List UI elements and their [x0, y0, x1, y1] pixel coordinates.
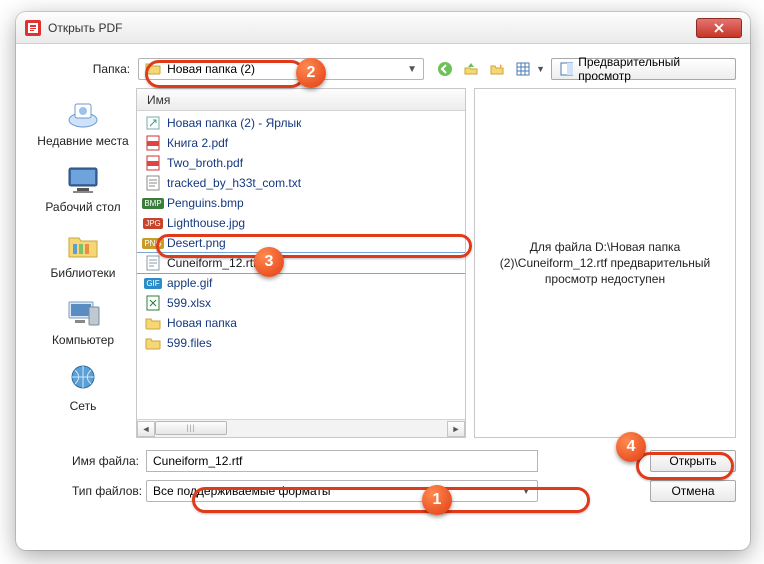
preview-pane: Для файла D:\Новая папка (2)\Cuneiform_1… — [474, 88, 736, 438]
window-title: Открыть PDF — [48, 21, 696, 35]
app-icon — [24, 19, 42, 37]
file-item[interactable]: 599.files — [137, 333, 465, 353]
sidebar-item-desktop[interactable]: Рабочий стол — [35, 162, 131, 214]
places-sidebar: Недавние места Рабочий стол Библиотеки К… — [30, 88, 136, 438]
filetype-value: Все поддерживаемые форматы — [153, 484, 330, 498]
file-icon — [145, 295, 161, 311]
preview-message: Для файла D:\Новая папка (2)\Cuneiform_1… — [487, 239, 723, 288]
nav-back-button[interactable] — [434, 58, 456, 80]
file-icon: JPG — [145, 215, 161, 231]
desktop-icon — [63, 162, 103, 198]
chevron-down-icon: ▼ — [536, 64, 545, 74]
file-name: Книга 2.pdf — [167, 136, 228, 150]
nav-view-button[interactable] — [512, 58, 534, 80]
file-icon: PNG — [145, 235, 161, 251]
file-item[interactable]: Two_broth.pdf — [137, 153, 465, 173]
file-icon — [145, 335, 161, 351]
cancel-button[interactable]: Отмена — [650, 480, 736, 502]
sidebar-item-network[interactable]: Сеть — [35, 361, 131, 413]
sidebar-item-computer[interactable]: Компьютер — [35, 295, 131, 347]
preview-icon — [560, 62, 573, 76]
open-button[interactable]: Открыть — [650, 450, 736, 472]
preview-button-label: Предварительный просмотр — [578, 55, 727, 83]
file-icon — [145, 135, 161, 151]
network-icon — [63, 361, 103, 397]
recent-icon — [63, 96, 103, 132]
file-list: Имя Новая папка (2) - Ярлык Книга 2.pdf Tw… — [136, 88, 466, 438]
scroll-right-button[interactable]: ► — [447, 421, 465, 437]
file-item[interactable]: Новая папка (2) - Ярлык — [137, 113, 465, 133]
dialog-window: Открыть PDF Папка: Новая папка (2) ▼ ▼ — [16, 12, 750, 550]
file-icon — [145, 115, 161, 131]
file-item[interactable]: Новая папка — [137, 313, 465, 333]
folder-combo[interactable]: Новая папка (2) ▼ — [138, 58, 424, 80]
libraries-icon — [63, 228, 103, 264]
filetype-combo[interactable]: Все поддерживаемые форматы ▼ — [146, 480, 538, 502]
file-item[interactable]: GIF apple.gif — [137, 273, 465, 293]
file-name: Desert.png — [167, 236, 226, 250]
file-name: 599.xlsx — [167, 296, 211, 310]
file-item[interactable]: JPG Lighthouse.jpg — [137, 213, 465, 233]
preview-toggle-button[interactable]: Предварительный просмотр — [551, 58, 736, 80]
file-icon — [145, 255, 161, 271]
folder-icon — [145, 61, 161, 78]
file-icon — [145, 315, 161, 331]
scroll-left-button[interactable]: ◄ — [137, 421, 155, 437]
folder-label: Папка: — [30, 62, 138, 76]
file-name: 599.files — [167, 336, 212, 350]
computer-icon — [63, 295, 103, 331]
horizontal-scrollbar[interactable]: ◄ ||| ► — [137, 419, 465, 437]
file-item[interactable]: 599.xlsx — [137, 293, 465, 313]
file-icon: GIF — [145, 275, 161, 291]
filename-input[interactable] — [146, 450, 538, 472]
titlebar: Открыть PDF — [16, 12, 750, 44]
chevron-down-icon: ▼ — [521, 486, 531, 497]
file-item[interactable]: Cuneiform_12.rtf — [137, 253, 465, 273]
file-item[interactable]: tracked_by_h33t_com.txt — [137, 173, 465, 193]
nav-newfolder-button[interactable] — [486, 58, 508, 80]
close-button[interactable] — [696, 18, 742, 38]
file-name: apple.gif — [167, 276, 212, 290]
sidebar-item-recent[interactable]: Недавние места — [35, 96, 131, 148]
sidebar-item-libraries[interactable]: Библиотеки — [35, 228, 131, 280]
file-name: Новая папка — [167, 316, 237, 330]
file-name: tracked_by_h33t_com.txt — [167, 176, 301, 190]
filetype-label: Тип файлов: — [30, 484, 146, 498]
file-icon: BMP — [145, 195, 161, 211]
file-name: Lighthouse.jpg — [167, 216, 245, 230]
folder-name: Новая папка (2) — [167, 62, 255, 76]
file-icon — [145, 175, 161, 191]
file-name: Cuneiform_12.rtf — [167, 256, 256, 270]
filename-label: Имя файла: — [30, 454, 146, 468]
file-name: Penguins.bmp — [167, 196, 244, 210]
file-name: Two_broth.pdf — [167, 156, 243, 170]
file-list-header[interactable]: Имя — [137, 89, 465, 111]
file-item[interactable]: Книга 2.pdf — [137, 133, 465, 153]
nav-up-button[interactable] — [460, 58, 482, 80]
file-icon — [145, 155, 161, 171]
file-item[interactable]: BMP Penguins.bmp — [137, 193, 465, 213]
chevron-down-icon: ▼ — [407, 64, 417, 75]
file-name: Новая папка (2) - Ярлык — [167, 116, 301, 130]
file-item[interactable]: PNG Desert.png — [137, 233, 465, 253]
